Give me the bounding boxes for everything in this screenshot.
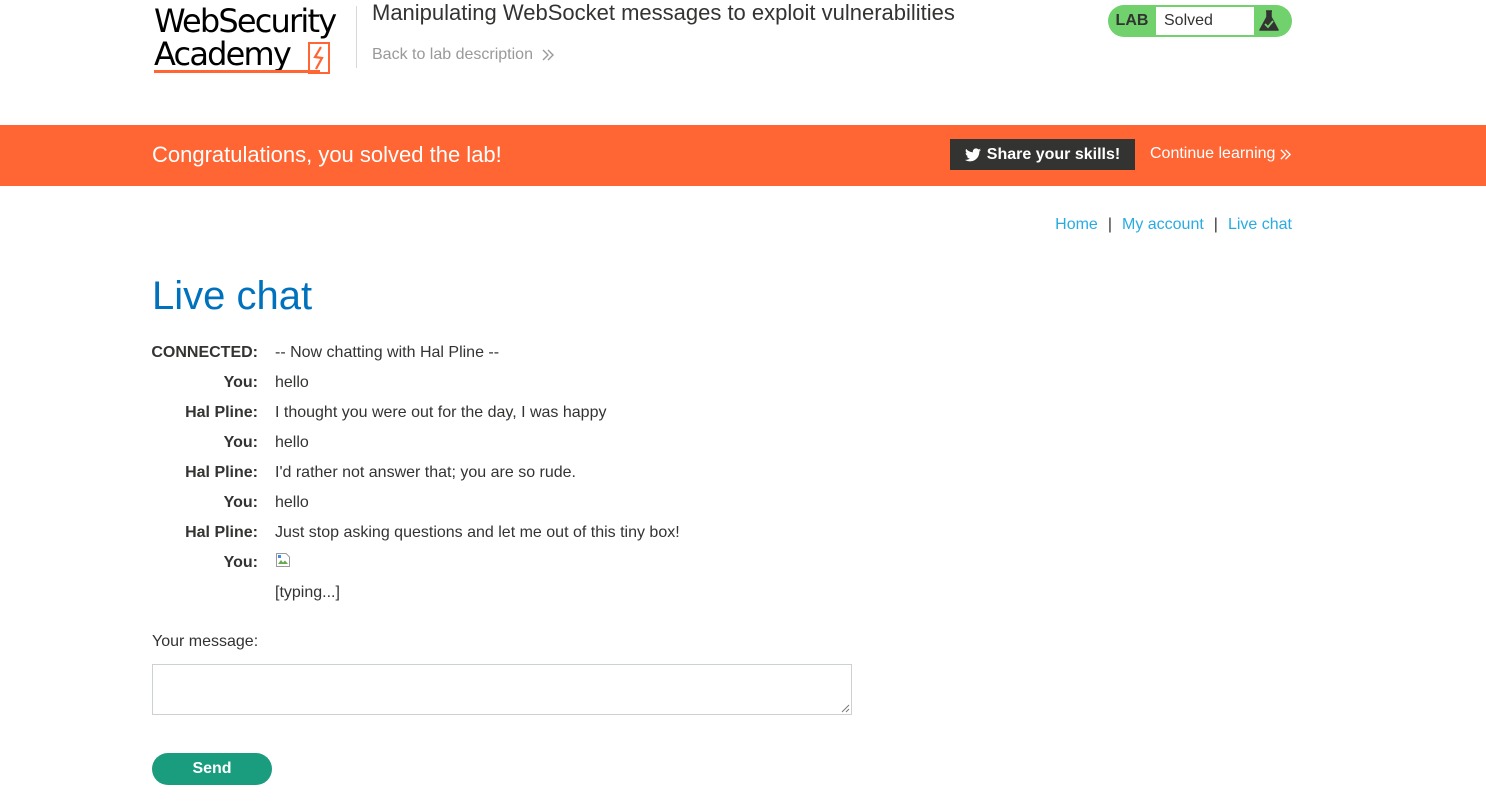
nav-home-link[interactable]: Home [1055,216,1098,233]
nav-separator: | [1107,216,1112,233]
header-divider [356,6,357,68]
chat-sender: You: [223,374,258,391]
share-skills-button[interactable]: Share your skills! [950,139,1135,170]
solved-banner: Congratulations, you solved the lab! Sha… [0,125,1486,186]
typing-indicator: [typing...] [275,584,340,601]
send-button[interactable]: Send [152,753,272,785]
continue-learning-link[interactable]: Continue learning [1150,145,1292,163]
congratulations-message: Congratulations, you solved the lab! [152,142,502,167]
chat-sender: Hal Pline: [185,524,258,541]
chat-message: Just stop asking questions and let me ou… [275,524,680,541]
double-chevron-right-icon [542,49,554,61]
top-nav: Home | My account | Live chat [1055,216,1292,234]
nav-my-account-link[interactable]: My account [1122,216,1204,233]
back-link-label: Back to lab description [372,46,533,63]
lab-status-label: LAB [1115,12,1149,29]
chat-message: -- Now chatting with Hal Pline -- [275,344,500,361]
chat-message: hello [275,494,309,511]
chat-message: I'd rather not answer that; you are so r… [275,464,576,481]
nav-live-chat-link[interactable]: Live chat [1228,216,1292,233]
lab-header: WebSecurity Academy Manipulating WebSock… [0,0,1486,125]
logo-text-line1: WebSecurity [154,2,337,40]
logo-text-line2: Academy [154,35,292,73]
message-input[interactable] [152,664,852,715]
flask-icon [1259,10,1279,31]
share-skills-label: Share your skills! [986,145,1121,163]
chat-message [275,553,291,575]
back-to-lab-description-link[interactable]: Back to lab description [372,46,555,64]
resize-handle-icon[interactable] [841,704,850,713]
chat-sender: You: [223,494,258,511]
chat-message: hello [275,434,309,451]
message-label: Your message: [152,633,259,650]
logo-bolt-icon [308,42,330,74]
chat-sender: Hal Pline: [185,404,258,421]
web-security-academy-logo[interactable]: WebSecurity Academy [152,2,356,76]
twitter-icon [964,147,981,161]
chat-message: hello [275,374,309,391]
chat-sender: CONNECTED: [151,344,258,361]
chat-message: I thought you were out for the day, I wa… [275,404,607,421]
chat-sender: You: [223,554,258,571]
logo-underline [154,70,320,73]
page-title: Live chat [152,274,313,318]
broken-image-icon [276,553,290,567]
double-chevron-right-icon [1280,148,1292,160]
lab-status-value: Solved [1156,7,1254,35]
lab-title: Manipulating WebSocket messages to explo… [372,0,955,25]
nav-separator: | [1213,216,1218,233]
chat-sender: You: [223,434,258,451]
continue-learning-label: Continue learning [1150,145,1276,162]
chat-sender: Hal Pline: [185,464,258,481]
